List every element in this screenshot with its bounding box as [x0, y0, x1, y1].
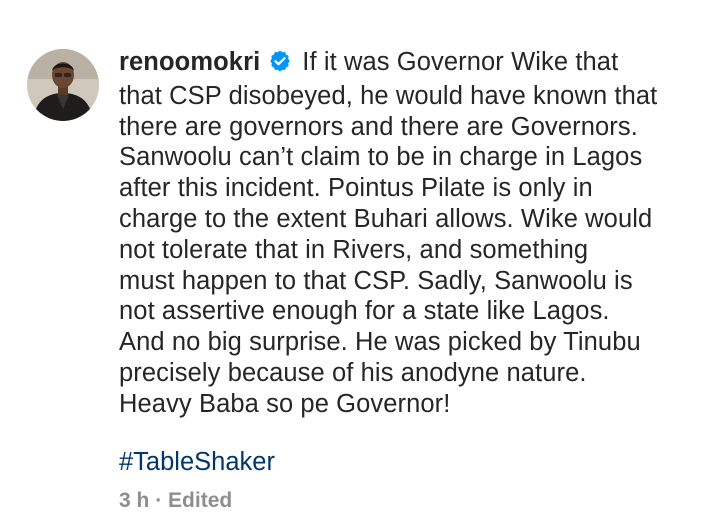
comment-text-rest: that CSP disobeyed, he would have known … [119, 81, 658, 418]
comment-text-first-line: If it was Governor Wike that [302, 48, 619, 76]
avatar[interactable] [27, 49, 99, 121]
username-link[interactable]: renoomokri [119, 48, 260, 76]
comment: renoomokri If it was Governor Wike that t… [0, 0, 720, 524]
hashtag-link[interactable]: #TableShaker [119, 447, 275, 477]
comment-body: renoomokri If it was Governor Wike that t… [119, 47, 699, 420]
verified-badge-icon [268, 49, 292, 81]
timestamp[interactable]: 3 h [119, 489, 149, 512]
comment-meta: 3 h · Edited [119, 488, 232, 514]
edited-label: Edited [168, 489, 233, 512]
meta-separator: · [155, 489, 163, 512]
avatar-photo [27, 49, 99, 121]
comment-text: renoomokri If it was Governor Wike that t… [119, 47, 699, 420]
